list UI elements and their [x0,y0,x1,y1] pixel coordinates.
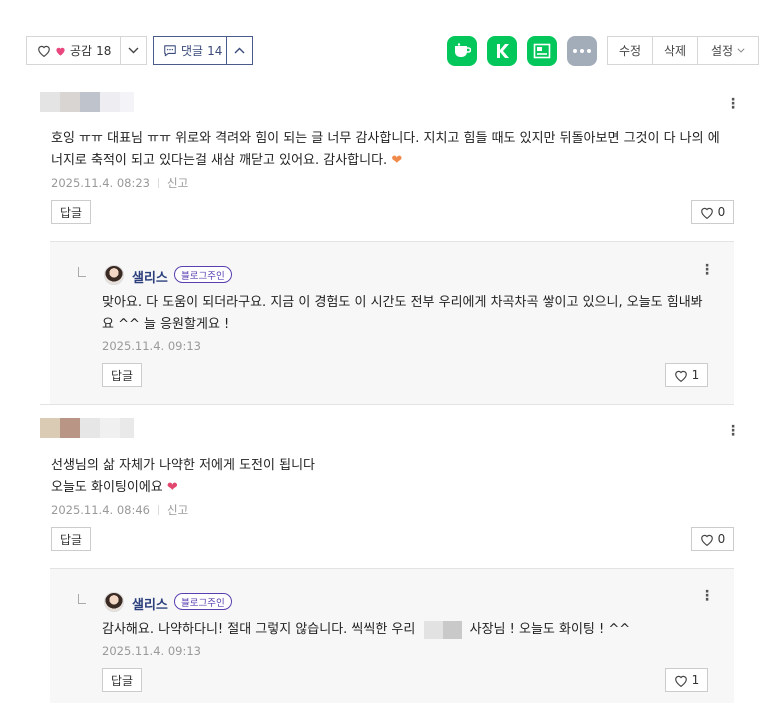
reply-text-part: 감사해요. 나약하다니! 절대 그렇지 않습니다. 씩씩한 우리 [102,622,416,637]
comment-text: 호잉 ㅠㅠ 대표님 ㅠㅠ 위로와 격려와 힘이 되는 글 너무 감사합니다. 지… [51,128,731,172]
post-action-toolbar: 공감 18 댓글 14 수정 삭제 설정 [26,36,759,66]
report-link[interactable]: 신고 [167,502,188,518]
comment-like-button[interactable]: 0 [691,200,734,224]
share-memo-button[interactable] [527,36,557,66]
reply-indent-mark [78,267,86,277]
blurred-name [423,620,462,639]
comment-text-line: 호잉 ㅠㅠ 대표님 ㅠㅠ 위로와 격려와 힘이 되는 글 너무 감사합니다. 지… [51,131,720,146]
comment-label: 댓글 [181,44,204,58]
heart-outline-icon [674,675,687,687]
share-cafe-button[interactable] [447,36,477,66]
reply-button[interactable]: 답글 [102,363,143,387]
meta-divider [157,178,159,188]
cafe-cup-icon [455,43,471,57]
meta-divider [157,505,159,515]
reply-indent-mark [78,594,86,604]
comment-like-button[interactable]: 0 [691,527,734,551]
reply-button[interactable]: 답글 [51,200,92,224]
more-dots-icon [573,49,591,53]
share-keep-button[interactable] [487,36,517,66]
reply-meta: 2025.11.4. 09:13 [102,644,201,658]
reply-date: 2025.11.4. 09:13 [102,644,201,658]
comment-like-count: 0 [717,532,726,546]
comment-divider [40,404,734,405]
comment-text-line: 선생님의 삶 자체가 나약한 저에게 도전이 됩니다 [51,458,315,473]
reply-like-button[interactable]: 1 [665,363,708,387]
owner-avatar[interactable] [104,592,124,612]
comment-meta: 2025.11.4. 08:23 신고 [51,175,188,191]
comment-meta: 2025.11.4. 08:46 신고 [51,502,188,518]
commenter-avatar-blurred[interactable] [40,92,134,112]
reply-text-line: 맞아요. 다 도움이 되더라구요. 지금 이 경험도 이 시간도 전부 우리에게… [102,295,703,310]
comment-like-count: 0 [717,205,726,219]
share-more-button[interactable] [567,36,597,66]
like-button[interactable]: 공감 18 [27,37,121,64]
comment-text: 선생님의 삶 자체가 나약한 저에게 도전이 됩니다 오늘도 화이팅이에요 ❤ [51,455,731,499]
like-button-group: 공감 18 [26,36,147,65]
reply-button[interactable]: 답글 [102,668,143,692]
reply-text-part: 사장님 ! 오늘도 화이팅 ! ^^ [469,622,631,637]
owner-name[interactable]: 샐리스 [132,267,168,286]
owner-name[interactable]: 샐리스 [132,594,168,613]
reply-text: 맞아요. 다 도움이 되더라구요. 지금 이 경험도 이 시간도 전부 우리에게… [102,292,727,336]
comment-button-group: 댓글 14 [153,36,253,65]
heart-outline-icon [674,370,687,382]
reply-meta: 2025.11.4. 09:13 [102,339,201,353]
owner-reply: 샐리스 블로그주인 ⋮ 감사해요. 나약하다니! 절대 그렇지 않습니다. 씩씩… [50,568,734,703]
comment-collapse-toggle[interactable] [227,37,252,64]
reply-like-count: 1 [691,673,700,687]
reply-like-count: 1 [691,368,700,382]
heart-outline-icon [700,207,713,219]
blog-owner-badge: 블로그주인 [174,593,232,610]
pink-heart-icon [56,47,65,56]
edit-button[interactable]: 수정 [608,37,653,64]
heart-outline-icon [38,45,50,57]
settings-button[interactable]: 설정 [698,37,758,64]
chevron-down-icon [128,47,139,54]
comment-date: 2025.11.4. 08:46 [51,503,150,517]
comment-more-menu[interactable]: ⋮ [726,424,740,438]
owner-avatar[interactable] [104,265,124,285]
like-label: 공감 [70,44,93,58]
reply-text: 감사해요. 나약하다니! 절대 그렇지 않습니다. 씩씩한 우리 사장님 ! 오… [102,619,727,641]
blog-owner-badge: 블로그주인 [174,266,232,283]
comment-date: 2025.11.4. 08:23 [51,176,150,190]
report-link[interactable]: 신고 [167,175,188,191]
post-admin-actions: 수정 삭제 설정 [607,36,759,65]
settings-label: 설정 [710,44,734,58]
comment-count: 14 [207,43,223,58]
reply-date: 2025.11.4. 09:13 [102,339,201,353]
comment-text-tail: 너지로 축적이 되고 있다는걸 새삼 깨닫고 있어요. 감사합니다. [51,153,388,168]
like-count: 18 [96,43,112,58]
like-list-toggle[interactable] [121,37,146,64]
reply-text-line: 요 ^^ 늘 응원할게요 ! [102,317,230,332]
reply-more-menu[interactable]: ⋮ [700,589,714,603]
comment-text-line: 너지로 축적이 되고 있다는걸 새삼 깨닫고 있어요. 감사합니다. ❤ [51,150,731,172]
orange-heart-icon: ❤ [391,153,403,168]
keep-k-icon [497,44,509,58]
reply-like-button[interactable]: 1 [665,668,708,692]
comment-text-tail: 오늘도 화이팅이에요 [51,480,163,495]
heart-outline-icon [700,534,713,546]
memo-board-icon [533,43,551,59]
owner-reply: 샐리스 블로그주인 ⋮ 맞아요. 다 도움이 되더라구요. 지금 이 경험도 이… [50,241,734,404]
chevron-down-icon [737,48,745,53]
delete-button[interactable]: 삭제 [653,37,698,64]
comment-more-menu[interactable]: ⋮ [726,97,740,111]
speech-bubble-icon [164,45,176,57]
commenter-avatar-blurred[interactable] [40,418,134,438]
reply-more-menu[interactable]: ⋮ [700,263,714,277]
pink-heart-icon: ❤ [166,480,178,495]
chevron-up-icon [234,47,245,54]
reply-button[interactable]: 답글 [51,527,92,551]
comment-button[interactable]: 댓글 14 [154,37,227,64]
comment-text-line: 오늘도 화이팅이에요 ❤ [51,477,731,499]
